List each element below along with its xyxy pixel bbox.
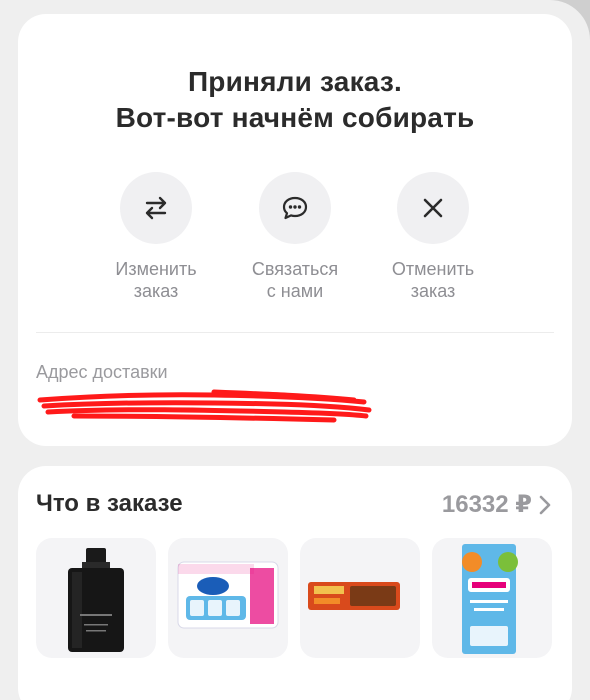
order-item-perfume[interactable] [36, 538, 156, 658]
redacted-address-scribble [37, 389, 372, 423]
juice-box-image [462, 544, 518, 654]
order-item-toilet-paper[interactable] [168, 538, 288, 658]
order-status-card: Приняли заказ. Вот-вот начнём собирать И… [18, 14, 572, 446]
order-actions: Изменить заказ Связаться с нами Отменить… [18, 172, 572, 312]
delivery-address-label: Адрес доставки [36, 362, 168, 382]
cancel-order-label: Отменить заказ [391, 259, 475, 301]
snack-bar-image [308, 582, 400, 610]
chat-bubble-icon [282, 196, 308, 220]
status-title-line-1: Приняли заказ. [187, 66, 403, 97]
chevron-right-icon[interactable] [538, 494, 552, 516]
order-contents-title: Что в заказе [36, 490, 183, 517]
cancel-order-circle[interactable] [397, 172, 469, 244]
order-item-chocolate-bar[interactable] [300, 538, 420, 658]
app-screen: Приняли заказ. Вот-вот начнём собирать И… [0, 0, 590, 700]
perfume-image [68, 548, 124, 652]
swap-arrows-icon [145, 196, 167, 220]
close-icon [423, 198, 443, 218]
toilet-paper-image [177, 561, 279, 629]
change-order-button[interactable]: Изменить заказ [86, 172, 226, 302]
status-title-line-2: Вот-вот начнём собирать [115, 102, 475, 133]
section-divider [36, 332, 554, 333]
contact-us-button[interactable]: Связаться с нами [225, 172, 365, 302]
change-order-label: Изменить заказ [115, 259, 197, 301]
change-order-circle[interactable] [120, 172, 192, 244]
order-item-juice[interactable] [432, 538, 552, 658]
order-status-title: Приняли заказ. Вот-вот начнём собирать [18, 64, 572, 136]
contact-us-label: Связаться с нами [251, 259, 339, 301]
contact-us-circle[interactable] [259, 172, 331, 244]
order-items-list [36, 538, 576, 658]
order-contents-card[interactable]: Что в заказе 16332 ₽ [18, 466, 572, 700]
cancel-order-button[interactable]: Отменить заказ [363, 172, 503, 302]
order-total: 16332 ₽ [441, 491, 532, 518]
